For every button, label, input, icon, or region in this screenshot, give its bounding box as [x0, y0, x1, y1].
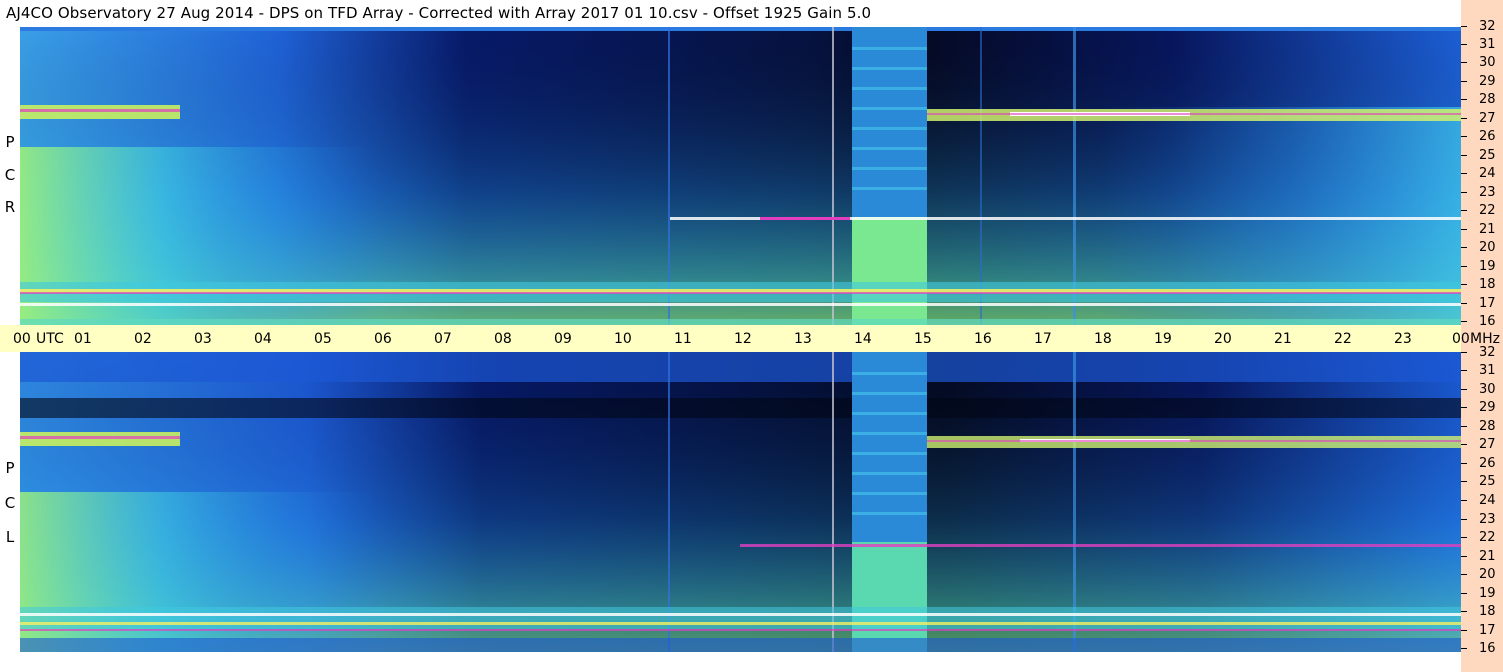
freq-tick-top-31: 31 — [1461, 37, 1503, 53]
time-label-00: 00 — [13, 331, 31, 347]
top-pol-letter-3: P — [5, 133, 15, 151]
freq-tick-bottom-27: 27 — [1461, 437, 1503, 453]
freq-tick-bottom-16: 16 — [1461, 641, 1503, 657]
time-label-22: 22 — [1334, 331, 1352, 347]
time-label-17: 17 — [1034, 331, 1052, 347]
time-label-21: 21 — [1274, 331, 1292, 347]
time-label-02: 02 — [134, 331, 152, 347]
time-label-15: 15 — [914, 331, 932, 347]
time-label-06: 06 — [374, 331, 392, 347]
bottom-pol-letter-1: L — [5, 528, 15, 546]
time-label-23: 23 — [1394, 331, 1412, 347]
freq-tick-top-29: 29 — [1461, 74, 1503, 90]
freq-tick-bottom-22: 22 — [1461, 530, 1503, 546]
freq-tick-top-25: 25 — [1461, 148, 1503, 164]
freq-tick-top-21: 21 — [1461, 222, 1503, 238]
freq-tick-top-22: 22 — [1461, 203, 1503, 219]
freq-tick-top-23: 23 — [1461, 185, 1503, 201]
time-label-16: 16 — [974, 331, 992, 347]
freq-tick-top-16: 16 — [1461, 314, 1503, 330]
freq-tick-top-20: 20 — [1461, 240, 1503, 256]
freq-tick-bottom-28: 28 — [1461, 419, 1503, 435]
freq-tick-bottom-30: 30 — [1461, 382, 1503, 398]
bottom-pol-letter-3: P — [5, 459, 15, 477]
freq-tick-bottom-19: 19 — [1461, 586, 1503, 602]
lcp-spectrogram — [20, 352, 1461, 652]
freq-tick-bottom-23: 23 — [1461, 512, 1503, 528]
bottom-pol-letter-2: C — [4, 494, 16, 512]
time-label-18: 18 — [1094, 331, 1112, 347]
freq-tick-top-30: 30 — [1461, 55, 1503, 71]
rcp-spectrogram — [20, 27, 1461, 325]
time-label-03: 03 — [194, 331, 212, 347]
time-label-10: 10 — [614, 331, 632, 347]
time-label-08: 08 — [494, 331, 512, 347]
freq-tick-top-32: 32 — [1461, 19, 1503, 35]
freq-tick-bottom-24: 24 — [1461, 493, 1503, 509]
utc-time-axis: 00 UTC 01 02 03 04 05 06 07 08 09 10 11 … — [0, 325, 1500, 352]
time-label-utc: UTC — [36, 331, 64, 347]
top-pol-letter-2: C — [4, 166, 16, 184]
freq-tick-top-27: 27 — [1461, 111, 1503, 127]
freq-tick-bottom-25: 25 — [1461, 474, 1503, 490]
time-label-19: 19 — [1154, 331, 1172, 347]
time-label-12: 12 — [734, 331, 752, 347]
time-label-05: 05 — [314, 331, 332, 347]
freq-tick-top-18: 18 — [1461, 277, 1503, 293]
page-title: AJ4CO Observatory 27 Aug 2014 - DPS on T… — [6, 4, 872, 22]
time-label-04: 04 — [254, 331, 272, 347]
time-label-01: 01 — [74, 331, 92, 347]
freq-tick-bottom-32: 32 — [1461, 345, 1503, 361]
title-bar: AJ4CO Observatory 27 Aug 2014 - DPS on T… — [0, 0, 1461, 27]
freq-tick-bottom-20: 20 — [1461, 567, 1503, 583]
time-label-07: 07 — [434, 331, 452, 347]
time-label-20: 20 — [1214, 331, 1232, 347]
freq-tick-top-28: 28 — [1461, 92, 1503, 108]
time-label-09: 09 — [554, 331, 572, 347]
freq-tick-top-24: 24 — [1461, 166, 1503, 182]
time-label-13: 13 — [794, 331, 812, 347]
time-label-14: 14 — [854, 331, 872, 347]
freq-tick-bottom-31: 31 — [1461, 363, 1503, 379]
freq-tick-top-17: 17 — [1461, 296, 1503, 312]
freq-tick-bottom-18: 18 — [1461, 604, 1503, 620]
freq-tick-bottom-21: 21 — [1461, 549, 1503, 565]
freq-tick-bottom-17: 17 — [1461, 623, 1503, 639]
freq-tick-top-19: 19 — [1461, 259, 1503, 275]
freq-tick-bottom-29: 29 — [1461, 400, 1503, 416]
freq-tick-top-26: 26 — [1461, 129, 1503, 145]
top-pol-letter-1: R — [4, 198, 16, 216]
freq-tick-bottom-26: 26 — [1461, 456, 1503, 472]
time-label-11: 11 — [674, 331, 692, 347]
